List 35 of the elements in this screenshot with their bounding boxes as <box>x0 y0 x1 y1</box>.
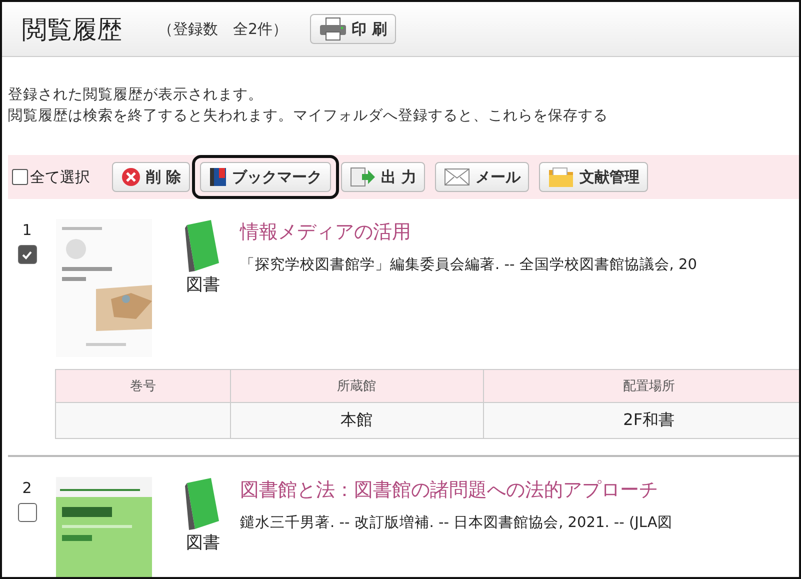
page-title: 閲覧履歴 <box>22 14 122 46</box>
column-header: 所蔵館 <box>230 370 484 402</box>
record-checkbox[interactable] <box>18 503 36 522</box>
record-title-link[interactable]: 図書館と法：図書館の諸問題への法的アプローチ <box>240 477 672 503</box>
book-icon <box>185 219 221 273</box>
record-number: 2 <box>22 479 32 497</box>
folder-button[interactable]: 文献管理 <box>539 162 648 192</box>
export-icon <box>350 167 376 187</box>
envelope-icon <box>444 168 470 186</box>
record-number: 1 <box>22 221 32 239</box>
folder-icon <box>548 166 574 188</box>
record-description: 鑓水三千男著. -- 改訂版増補. -- 日本図書館協会, 2021. -- (JLA図 <box>240 514 672 532</box>
material-type: 図書 <box>186 532 220 554</box>
mail-button[interactable]: メール <box>435 162 530 192</box>
intro-text: 登録された閲覧履歴が表示されます。 <box>8 86 264 104</box>
printer-icon <box>318 17 347 41</box>
record-description: 「探究学校図書館学」編集委員会編著. -- 全国学校図書館協議会, 20 <box>240 256 697 274</box>
record-count: （登録数 全2件） <box>158 20 288 38</box>
delete-button[interactable]: 削 除 <box>112 162 190 192</box>
check-icon <box>21 248 33 260</box>
bookmark-button[interactable]: ブックマーク <box>200 162 332 192</box>
export-button[interactable]: 出 力 <box>341 162 426 192</box>
record-title-link[interactable]: 情報メディアの活用 <box>240 219 697 245</box>
table-cell: 本館 <box>230 402 484 438</box>
select-all-checkbox[interactable]: 全て選択 <box>12 168 90 186</box>
record-checkbox[interactable] <box>18 245 36 264</box>
close-icon <box>121 167 141 187</box>
table-cell: 2F和書 <box>483 402 799 438</box>
book-icon <box>209 167 228 187</box>
book-icon <box>185 477 221 531</box>
intro-text: 閲覧履歴は検索を終了すると失われます。マイフォルダへ登録すると、これらを保存する <box>8 107 609 125</box>
material-type: 図書 <box>186 274 220 296</box>
print-button[interactable]: 印 刷 <box>310 14 396 44</box>
column-header: 巻号 <box>56 370 230 402</box>
column-header: 配置場所 <box>483 370 799 402</box>
